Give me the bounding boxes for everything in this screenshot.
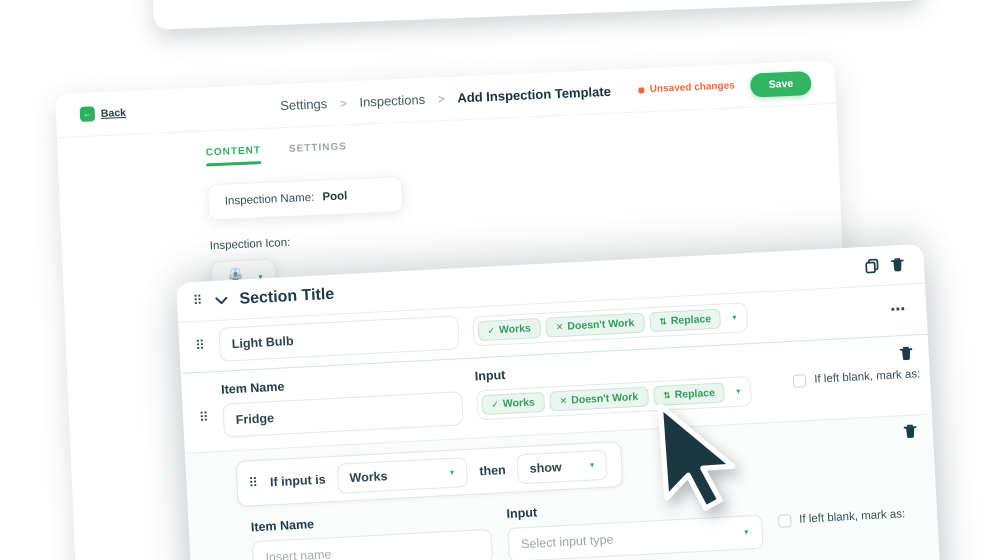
input-type-select[interactable]: Select input type ▼ — [507, 515, 763, 560]
input-column: Input Select input type ▼ — [506, 494, 764, 560]
replace-chip: ⇅ Replace — [653, 382, 726, 406]
header-actions: Unsaved changes Save — [638, 71, 811, 103]
inspection-name-label: Inspection Name: — [225, 191, 315, 207]
condition-then-label: then — [479, 463, 506, 478]
caret-down-icon: ▼ — [448, 469, 455, 476]
doesnt-work-chip: ✕ Doesn't Work — [545, 313, 645, 338]
duplicate-section-button[interactable] — [865, 258, 880, 274]
drag-handle-icon[interactable]: ⠿ — [193, 295, 203, 308]
condition-action-select[interactable]: show ▼ — [517, 450, 608, 485]
breadcrumb-item-inspections[interactable]: Inspections — [359, 92, 425, 110]
drag-handle-icon[interactable]: ⠿ — [195, 339, 205, 352]
swap-arrows-icon: ⇅ — [659, 316, 667, 327]
replace-chip-label: Replace — [671, 313, 712, 327]
tab-content[interactable]: CONTENT — [205, 145, 261, 166]
inspection-name-value: Pool — [322, 190, 347, 203]
doesnt-work-chip: ✕ Doesn't Work — [549, 386, 649, 411]
more-options-icon[interactable]: ⋯ — [890, 300, 907, 319]
works-chip-label: Works — [503, 396, 535, 410]
if-left-blank-option: If left blank, mark as: — [777, 486, 907, 548]
if-left-blank-checkbox[interactable] — [793, 374, 807, 388]
vertical-divider — [772, 356, 775, 409]
condition-row: ⠿ If input is Works ▼ then show ▼ — [235, 441, 623, 507]
delete-item-button[interactable] — [899, 346, 913, 362]
inspection-icon-label: Inspection Icon: — [210, 212, 842, 252]
check-icon: ✓ — [487, 325, 495, 336]
delete-section-button[interactable] — [891, 257, 905, 273]
nested-item-name-input[interactable] — [252, 529, 493, 560]
unsaved-changes-badge: Unsaved changes — [639, 80, 735, 95]
works-chip: ✓ Works — [481, 392, 545, 415]
condition-action: show — [529, 460, 562, 476]
input-type-placeholder: Select input type — [521, 532, 614, 551]
breadcrumb-item-settings[interactable]: Settings — [280, 96, 328, 113]
trash-icon — [891, 257, 905, 273]
copy-icon — [865, 258, 880, 274]
check-icon: ✓ — [491, 399, 499, 410]
caret-down-icon: ▼ — [743, 529, 750, 536]
drag-handle-icon[interactable]: ⠿ — [248, 476, 258, 489]
cross-icon: ✕ — [556, 321, 564, 332]
if-left-blank-label: If left blank, mark as: — [799, 508, 906, 526]
item-name-input[interactable] — [218, 315, 459, 362]
breadcrumb-separator: > — [340, 96, 348, 110]
works-chip-label: Works — [499, 322, 531, 336]
breadcrumb-separator: > — [437, 92, 445, 106]
save-button[interactable]: Save — [750, 71, 812, 98]
doesnt-work-chip-label: Doesn't Work — [567, 317, 635, 332]
cross-icon: ✕ — [559, 395, 567, 406]
if-left-blank-checkbox[interactable] — [778, 514, 792, 528]
input-column: Input ✓ Works ✕ Doesn't Work ⇅ Replace ▼ — [474, 355, 752, 424]
replace-chip: ⇅ Replace — [649, 309, 722, 333]
trash-icon — [899, 346, 913, 362]
replace-chip-label: Replace — [674, 387, 715, 401]
chevron-down-icon[interactable] — [214, 291, 228, 310]
caret-down-icon: ▼ — [588, 462, 595, 469]
caret-down-icon: ▼ — [735, 388, 742, 395]
unsaved-dot-icon — [639, 87, 645, 93]
condition-value-select[interactable]: Works ▼ — [337, 457, 468, 494]
breadcrumb-current: Add Inspection Template — [457, 84, 611, 106]
caret-down-icon: ▼ — [731, 314, 738, 321]
input-type-chip-group[interactable]: ✓ Works ✕ Doesn't Work ⇅ Replace ▼ — [476, 376, 753, 420]
background-card — [140, 0, 923, 30]
input-type-chip-group[interactable]: ✓ Works ✕ Doesn't Work ⇅ Replace ▼ — [472, 302, 749, 346]
doesnt-work-chip-label: Doesn't Work — [571, 391, 639, 406]
section-editor-card: ⠿ Section Title ⠿ ✓ Works — [176, 244, 945, 560]
item-name-column: Item Name — [221, 370, 464, 437]
delete-condition-button[interactable] — [903, 423, 917, 439]
app-canvas: ← Back Settings > Inspections > Add Insp… — [0, 0, 1003, 560]
tab-settings[interactable]: SETTINGS — [289, 141, 348, 162]
item-name-input[interactable] — [222, 391, 463, 438]
unsaved-changes-label: Unsaved changes — [650, 80, 735, 95]
inspection-name-field[interactable]: Inspection Name: Pool — [207, 175, 403, 219]
section-title[interactable]: Section Title — [239, 285, 335, 308]
if-left-blank-label: If left blank, mark as: — [814, 368, 921, 386]
section-actions — [865, 257, 905, 274]
drag-handle-icon[interactable]: ⠿ — [199, 411, 209, 424]
item-name-column: Item Name — [251, 508, 494, 560]
trash-icon — [903, 423, 917, 439]
swap-arrows-icon: ⇅ — [663, 390, 671, 401]
condition-prefix-label: If input is — [270, 472, 326, 489]
condition-value: Works — [349, 469, 388, 485]
works-chip: ✓ Works — [477, 318, 541, 341]
